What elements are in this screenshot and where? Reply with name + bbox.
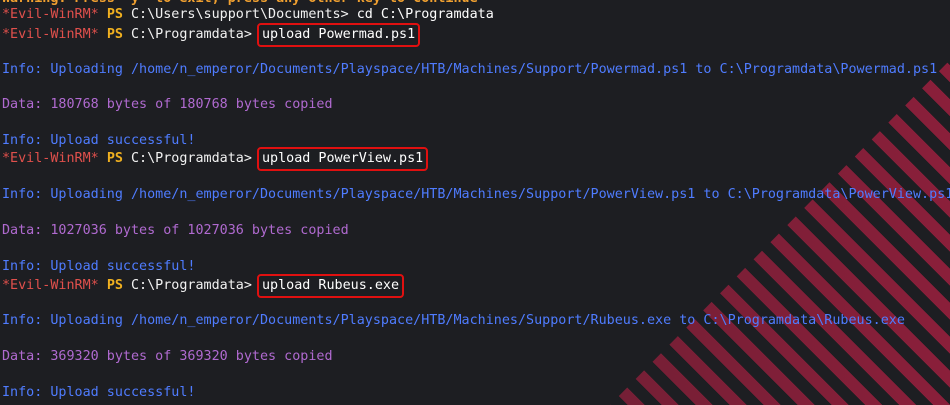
prompt-ps: PS: [106, 278, 123, 293]
highlighted-command: upload PowerView.ps1: [256, 147, 429, 171]
prompt-ps: PS: [106, 151, 123, 166]
prompt-ps: PS: [106, 7, 123, 22]
prompt-line-upload-powermad: *Evil-WinRM* PS C:\Programdata> upload P…: [2, 23, 421, 47]
highlighted-command: upload Rubeus.exe: [256, 274, 405, 298]
prompt-ps: PS: [106, 27, 123, 42]
prompt-line-upload-rubeus: *Evil-WinRM* PS C:\Programdata> upload R…: [2, 274, 405, 298]
prompt-tag: *Evil-WinRM*: [2, 278, 99, 293]
prompt-line-cd: *Evil-WinRM* PS C:\Users\support\Documen…: [2, 6, 494, 24]
prompt-path: C:\Programdata>: [131, 278, 252, 293]
upload-info-line: Info: Uploading /home/n_emperor/Document…: [2, 187, 950, 202]
upload-data-line: Data: 1027036 bytes of 1027036 bytes cop…: [2, 223, 349, 238]
command-text: cd C:\Programdata: [356, 7, 494, 22]
prompt-line-upload-powerview: *Evil-WinRM* PS C:\Programdata> upload P…: [2, 147, 429, 171]
upload-success-line: Info: Upload successful!: [2, 133, 196, 148]
prompt-tag: *Evil-WinRM*: [2, 151, 99, 166]
upload-data-line: Data: 180768 bytes of 180768 bytes copie…: [2, 97, 333, 112]
upload-data-line: Data: 369320 bytes of 369320 bytes copie…: [2, 349, 333, 364]
prompt-tag: *Evil-WinRM*: [2, 27, 99, 42]
terminal-window[interactable]: Warning: Press 'y' to exit, press any ot…: [0, 0, 950, 405]
upload-info-line: Info: Uploading /home/n_emperor/Document…: [2, 313, 905, 328]
upload-success-line: Info: Upload successful!: [2, 259, 196, 274]
prompt-path: C:\Users\support\Documents>: [131, 7, 349, 22]
prompt-path: C:\Programdata>: [131, 27, 252, 42]
prompt-tag: *Evil-WinRM*: [2, 7, 99, 22]
highlighted-command: upload Powermad.ps1: [256, 23, 421, 47]
upload-success-line: Info: Upload successful!: [2, 385, 196, 400]
prompt-path: C:\Programdata>: [131, 151, 252, 166]
upload-info-line: Info: Uploading /home/n_emperor/Document…: [2, 62, 938, 77]
